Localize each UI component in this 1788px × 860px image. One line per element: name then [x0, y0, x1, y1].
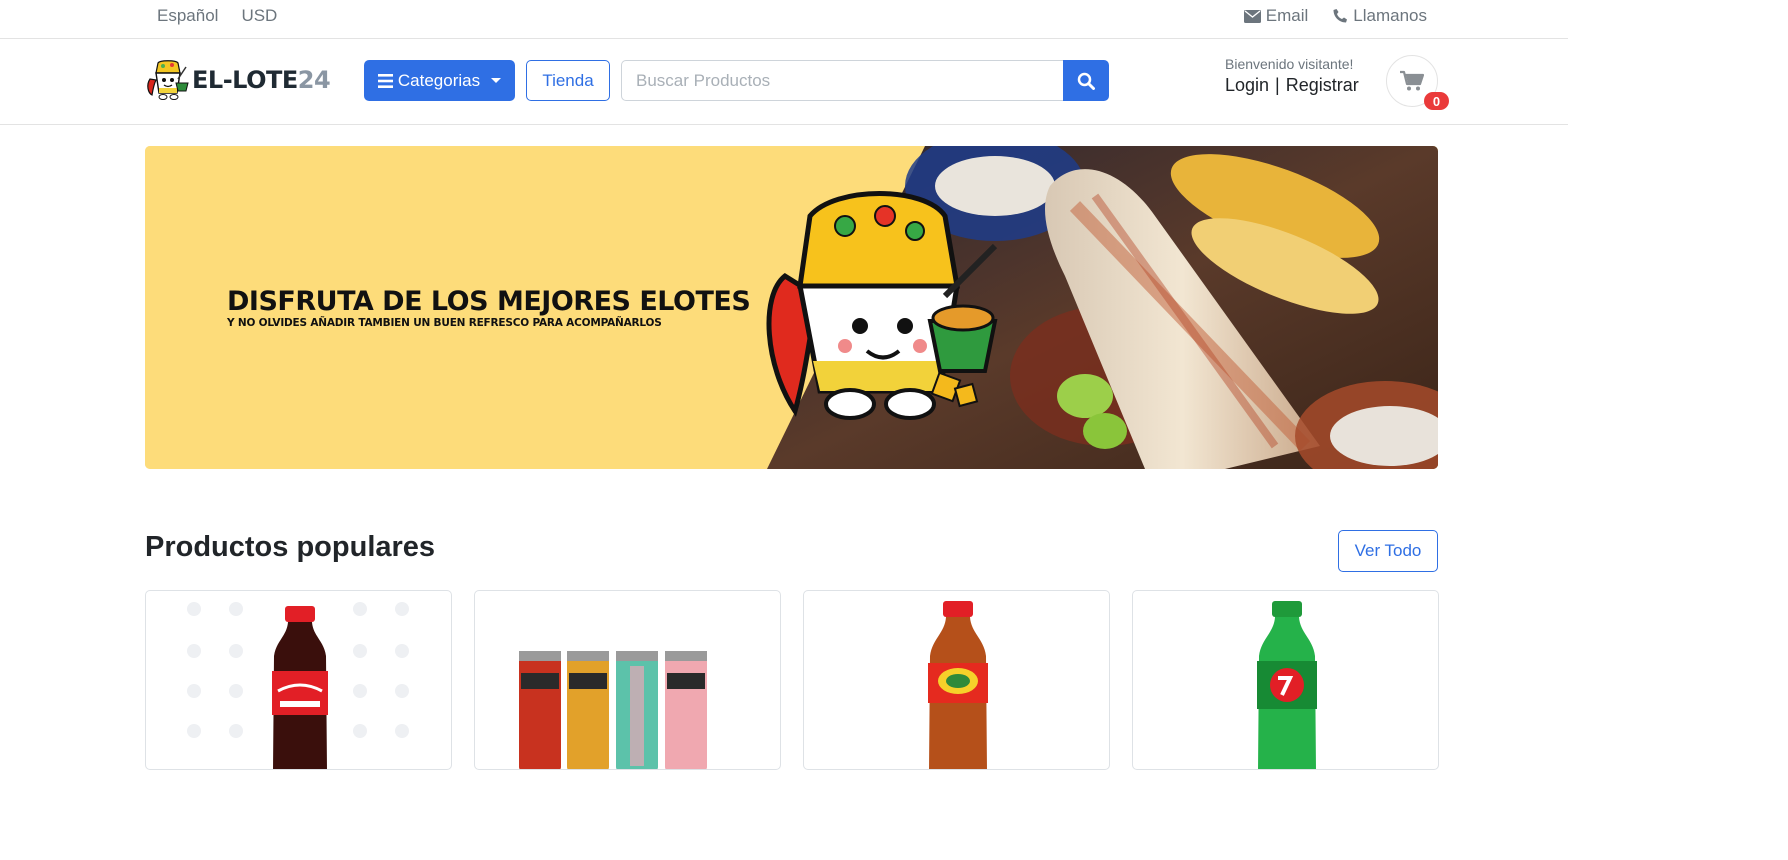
top-bar-left: Español USD	[157, 6, 277, 26]
chevron-down-icon	[491, 78, 502, 83]
phone-icon	[1333, 9, 1348, 23]
banner-title: DISFRUTA DE LOS MEJORES ELOTES	[227, 286, 751, 317]
search-button[interactable]	[1063, 60, 1109, 101]
email-label: Email	[1265, 6, 1309, 25]
view-all-button[interactable]: Ver Todo	[1338, 530, 1438, 572]
search-input[interactable]	[621, 60, 1063, 101]
view-all-label: Ver Todo	[1354, 541, 1422, 560]
currency-selector[interactable]: USD	[241, 6, 277, 26]
call-link[interactable]: Llamanos	[1332, 6, 1427, 26]
language-selector[interactable]: Español	[157, 6, 218, 26]
auth-links: Login | Registrar	[1225, 75, 1359, 96]
store-label: Tienda	[542, 70, 594, 90]
product-card[interactable]	[1132, 590, 1439, 770]
envelope-icon	[1243, 9, 1261, 23]
product-card[interactable]	[474, 590, 781, 770]
bars-icon	[377, 73, 393, 88]
7up-bottle-image	[1257, 601, 1317, 769]
arizona-cans-image	[519, 651, 707, 769]
call-label: Llamanos	[1353, 6, 1427, 25]
product-card[interactable]	[145, 590, 452, 770]
banner-subtitle: Y NO OLVIDES AÑADIR TAMBIEN UN BUEN REFR…	[227, 317, 662, 329]
user-welcome: Bienvenido visitante! Login | Registrar	[1225, 56, 1359, 96]
cart-icon	[1400, 70, 1424, 91]
login-link[interactable]: Login	[1225, 75, 1269, 96]
top-bar-right: Email Llamanos	[1243, 6, 1427, 26]
categories-label: Categorias	[397, 70, 481, 90]
auth-separator: |	[1275, 75, 1280, 95]
logo-text-main: EL-LOTE	[192, 66, 298, 94]
email-link[interactable]: Email	[1243, 6, 1309, 26]
main-header: EL-LOTE24 Categorias Tienda Bienvenido v…	[0, 39, 1568, 125]
register-link[interactable]: Registrar	[1286, 75, 1359, 96]
top-bar: Español USD Email Llamanos	[0, 0, 1568, 39]
logo-text: EL-LOTE24	[192, 66, 331, 94]
site-logo[interactable]: EL-LOTE24	[146, 59, 331, 101]
search-icon	[1077, 72, 1095, 90]
welcome-text: Bienvenido visitante!	[1225, 56, 1354, 72]
manzanita-sol-bottle-image	[928, 601, 988, 769]
search-bar	[621, 60, 1109, 101]
logo-mascot-icon	[146, 59, 190, 101]
categories-dropdown-button[interactable]: Categorias	[364, 60, 515, 101]
popular-products-title: Productos populares	[145, 531, 436, 563]
coca-cola-bottle-image	[187, 602, 409, 769]
hero-banner[interactable]: DISFRUTA DE LOS MEJORES ELOTES Y NO OLVI…	[145, 146, 1438, 469]
logo-text-num: 24	[297, 66, 331, 94]
cart-count-badge: 0	[1424, 92, 1449, 110]
product-card[interactable]	[803, 590, 1110, 770]
store-button[interactable]: Tienda	[526, 60, 610, 101]
